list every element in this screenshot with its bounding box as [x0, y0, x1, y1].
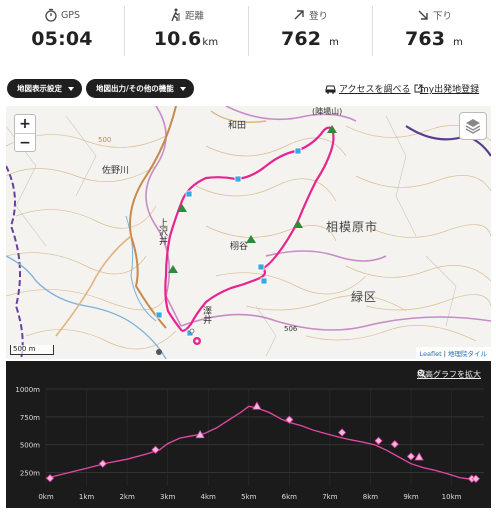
- x-tick-label: 2km: [119, 493, 135, 501]
- map-attribution: Leaflet | 地理院タイル: [415, 347, 491, 359]
- x-tick-label: 3km: [160, 493, 176, 501]
- stat-ascent: 登り 762 m: [248, 0, 372, 62]
- zoom-control: + −: [14, 114, 36, 152]
- access-link-label: アクセスを調べる: [339, 85, 411, 95]
- access-link[interactable]: アクセスを調べる: [325, 82, 423, 95]
- stat-distance: 距離 10.6km: [124, 0, 248, 62]
- stat-gps: GPS 05:04: [0, 0, 124, 62]
- x-tick-label: 4km: [201, 493, 217, 501]
- waypoint-marker: [45, 474, 55, 483]
- stat-label: 登り: [308, 11, 328, 22]
- place-label-sawai: 澤井: [201, 306, 211, 324]
- x-tick-label: 7km: [322, 493, 338, 501]
- stat-value: 762: [280, 28, 322, 50]
- x-tick-label: 1km: [79, 493, 95, 501]
- stat-unit: km: [202, 37, 219, 48]
- place-label-jinba: (陣場山): [312, 107, 343, 116]
- waypoint-marker: [374, 436, 383, 445]
- place-label-kashiwagi: 栩谷: [230, 242, 249, 252]
- my-start-link-label: my出発地登録: [420, 85, 480, 95]
- map-toolbar: 地図表示設定 地図出力/その他の機能 アクセスを調べる my出発地登録: [0, 79, 496, 99]
- zoom-out-button[interactable]: −: [15, 133, 35, 151]
- contour-label-500: 500: [98, 136, 112, 144]
- stat-value: 05:04: [31, 28, 93, 50]
- stat-label: 距離: [184, 11, 204, 22]
- hiker-icon: [171, 8, 180, 22]
- x-tick-label: 8km: [363, 493, 379, 501]
- y-tick-label: 750m: [20, 414, 40, 422]
- place-label-wada: 和田: [228, 121, 247, 131]
- y-tick-label: 250m: [20, 470, 40, 478]
- waypoint-marker: [406, 452, 416, 461]
- map-view[interactable]: 上沢井 佐野川 和田 栩谷 相模原市 緑区 澤井 (陣場山) 506 500 +…: [6, 106, 491, 359]
- stat-descent: 下り 763 m: [372, 0, 496, 62]
- stat-unit: m: [329, 37, 340, 48]
- arrow-down-right-icon: [418, 10, 428, 20]
- stats-bar: GPS 05:04 距離 10.6km 登り 762 m 下り 763 m: [0, 0, 496, 62]
- zoom-in-button[interactable]: +: [15, 115, 35, 133]
- arrow-up-right-icon: [294, 10, 304, 20]
- stat-label: 下り: [432, 11, 452, 22]
- y-tick-label: 500m: [20, 442, 40, 450]
- place-label-midori: 緑区: [351, 290, 378, 304]
- car-icon: [325, 85, 336, 94]
- place-label-sanoagawa: 佐野川: [102, 166, 130, 176]
- place-label-sagamihara: 相模原市: [326, 220, 379, 234]
- x-tick-label: 6km: [282, 493, 298, 501]
- waypoint-marker: [98, 459, 107, 468]
- gsi-tile-link[interactable]: 地理院タイル: [448, 350, 487, 358]
- stat-unit: m: [453, 37, 464, 48]
- waypoint-marker: [390, 440, 399, 449]
- stopwatch-icon: [45, 8, 57, 22]
- my-start-point-link[interactable]: my出発地登録: [420, 82, 479, 95]
- summit-marker: [252, 401, 262, 410]
- elevation-label-506: 506: [284, 325, 298, 333]
- x-tick-label: 10km: [442, 493, 462, 501]
- place-label-kamisawai: 上沢井: [157, 218, 167, 245]
- y-tick-label: 1000m: [15, 386, 40, 394]
- stat-value: 10.6: [153, 28, 202, 50]
- x-tick-label: 9km: [403, 493, 419, 501]
- map-output-button[interactable]: 地図出力/その他の機能: [86, 79, 194, 98]
- caret-down-icon: [68, 86, 74, 91]
- elevation-panel: 1000m 750m 500m 250m 0km 1km 2km 3km 4km 5km 6km 7k…: [6, 361, 491, 508]
- layers-button[interactable]: [459, 112, 487, 140]
- stat-label: GPS: [60, 9, 81, 21]
- waypoint-marker: [337, 428, 347, 437]
- expand-elevation-label: 標高グラフを拡大: [417, 370, 481, 379]
- summit-marker: [414, 452, 424, 461]
- stat-value: 763: [404, 28, 446, 50]
- x-tick-label: 5km: [241, 493, 257, 501]
- x-tick-label: 0km: [38, 493, 54, 501]
- button-label: 地図表示設定: [17, 84, 62, 93]
- elevation-chart: 1000m 750m 500m 250m 0km 1km 2km 3km 4km 5km 6km 7k…: [15, 386, 484, 501]
- button-label: 地図出力/その他の機能: [96, 84, 174, 93]
- zoom-in-icon: [417, 369, 426, 378]
- caret-down-icon: [179, 86, 186, 91]
- map-display-settings-button[interactable]: 地図表示設定: [7, 79, 82, 98]
- scale-bar: 500 m: [10, 345, 54, 355]
- leaflet-link[interactable]: Leaflet: [420, 350, 442, 358]
- expand-elevation-link[interactable]: 標高グラフを拡大: [417, 369, 481, 380]
- map-tiles: [6, 106, 491, 359]
- layers-icon: [465, 119, 481, 134]
